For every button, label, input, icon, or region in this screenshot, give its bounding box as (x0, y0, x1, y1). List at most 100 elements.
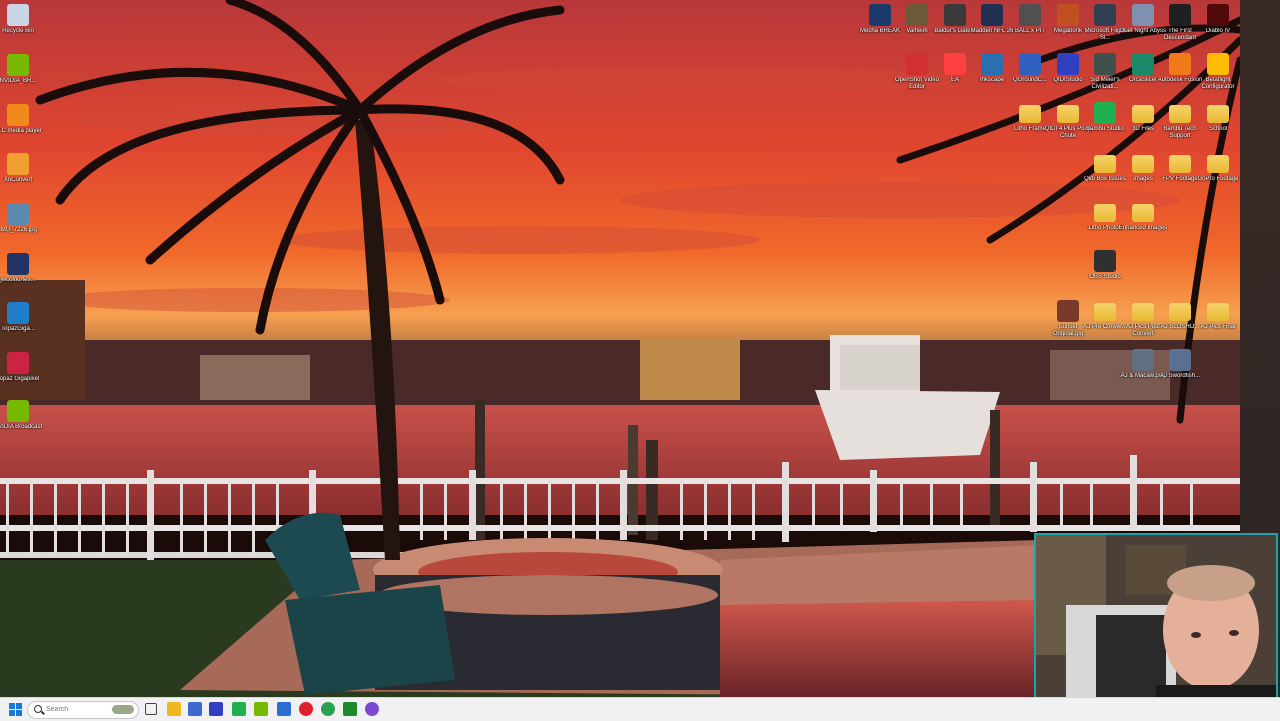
store-icon[interactable] (188, 702, 202, 716)
folder-icon (1169, 303, 1191, 321)
desktop-icon-label: NVIDIA Broadcast (0, 424, 43, 430)
vlc-icon (7, 104, 29, 126)
fusion-icon (1169, 53, 1191, 75)
ea-icon (944, 53, 966, 75)
desktop-icon[interactable]: Betaflight Configurator (1193, 53, 1243, 91)
game-icon (1169, 4, 1191, 26)
obs-icon (1094, 250, 1116, 272)
game-icon (1132, 4, 1154, 26)
qgroundcontrol-icon (1019, 53, 1041, 75)
desktop-icon-label: Recycle Bin (2, 28, 34, 34)
game-icon (1094, 4, 1116, 26)
bambu-studio-icon[interactable] (232, 702, 246, 716)
folder-icon (1132, 105, 1154, 123)
desktop-icon[interactable]: AJ Pics Final (1193, 300, 1243, 331)
desktop-icon[interactable]: OBS Studio (1080, 250, 1130, 281)
desktop-icon-label: AJ Pics Final (1200, 324, 1236, 330)
desktop-icon-label: OBS Studio (1089, 274, 1121, 280)
task-view-button[interactable] (145, 703, 157, 715)
folder-icon (1057, 105, 1079, 123)
image-file-icon (1132, 349, 1154, 371)
image-file-icon (7, 253, 29, 275)
inkscape-icon (981, 53, 1003, 75)
folder-icon (1207, 303, 1229, 321)
desktop-icon[interactable]: NVIDIA_BR... (0, 54, 43, 85)
desktop-icon[interactable]: XnConvert (0, 153, 43, 184)
desktop-icon-label: IMG_7226.jpg (0, 227, 37, 233)
folder-icon (1094, 204, 1116, 222)
nvidia-icon (7, 54, 29, 76)
nvidia-icon[interactable] (254, 702, 268, 716)
folder-icon (1132, 155, 1154, 173)
desktop-icon-label: NVIDIA_BR... (0, 78, 37, 84)
folder-icon (1207, 155, 1229, 173)
desktop-icon-label: Betaflight Configurator (1201, 77, 1235, 90)
desktop-icon-label: jwcolourtes... (0, 277, 36, 283)
webcam-overlay (1034, 533, 1278, 717)
orcaslicer-icon (1132, 53, 1154, 75)
betaflight-icon (1207, 53, 1229, 75)
folder-icon (1094, 303, 1116, 321)
game-icon (1057, 4, 1079, 26)
folder-icon (1207, 105, 1229, 123)
topaz-gigapixel-icon (7, 352, 29, 374)
desktop-icon[interactable]: School (1193, 102, 1243, 133)
desktop-icon-label: XnConvert (3, 177, 33, 183)
game-icon (944, 4, 966, 26)
folder-icon (1132, 204, 1154, 222)
game-icon (906, 4, 928, 26)
civilization-icon (1094, 53, 1116, 75)
chrome-icon[interactable] (321, 702, 335, 716)
desktop-icon[interactable]: Diablo IV (1193, 4, 1243, 35)
image-file-icon (7, 203, 29, 225)
desktop-icon[interactable]: Recycle Bin (0, 4, 43, 35)
game-icon (1019, 4, 1041, 26)
desktop-icon-label: TopazGiga... (1, 326, 35, 332)
search-highlight-icon (112, 705, 134, 714)
desktop-icon[interactable]: AJ Swordfish... (1155, 349, 1205, 380)
desktop-icon[interactable]: Enhanced Images (1118, 201, 1168, 232)
qidistudio-icon[interactable] (209, 702, 223, 716)
desktop-icon-label: VLC media player (0, 128, 42, 134)
search-input[interactable] (46, 703, 106, 715)
image-file-icon (1057, 300, 1079, 322)
windows-logo-icon (9, 703, 22, 716)
desktop-icon[interactable]: Topaz Gigapixel (0, 352, 43, 383)
desktop-icon[interactable]: IMG_7226.jpg (0, 203, 43, 234)
game-icon (869, 4, 891, 26)
folder-icon (1019, 105, 1041, 123)
bambu-studio-icon (1094, 102, 1116, 124)
notification-badge-icon[interactable] (277, 702, 291, 716)
folder-icon (1169, 105, 1191, 123)
desktop-icon-label: Diablo IV (1205, 28, 1231, 34)
desktop-icon-label: AJ Swordfish... (1159, 373, 1200, 379)
folder-icon (1094, 155, 1116, 173)
desktop-icon-label: School (1208, 126, 1228, 132)
topaz-icon (7, 302, 29, 324)
messenger-icon[interactable] (365, 702, 379, 716)
taskbar-search[interactable] (27, 701, 139, 719)
game-icon (981, 4, 1003, 26)
game-icon (1207, 4, 1229, 26)
qidistudio-icon (1057, 53, 1079, 75)
desktop-icon[interactable]: TopazGiga... (0, 302, 43, 333)
desktop-icon[interactable]: VLC media player (0, 104, 43, 135)
taskbar (0, 697, 1280, 721)
xnconvert-icon (7, 153, 29, 175)
image-file-icon (1169, 349, 1191, 371)
openshot-icon (906, 53, 928, 75)
xbox-icon[interactable] (343, 702, 357, 716)
recycle-bin-icon (7, 4, 29, 26)
folder-icon (1169, 155, 1191, 173)
start-button[interactable] (9, 703, 22, 716)
nvidia-broadcast-icon (7, 400, 29, 422)
desktop-icon[interactable]: NVIDIA Broadcast (0, 400, 43, 431)
desktop-icon[interactable]: jwcolourtes... (0, 253, 43, 284)
opera-icon[interactable] (299, 702, 313, 716)
folder-icon (1132, 303, 1154, 321)
folder-icon[interactable] (167, 702, 181, 716)
desktop-icon-label: Topaz Gigapixel (0, 376, 40, 382)
desktop-icon-label: GoPro Footage (1197, 176, 1239, 182)
search-icon (34, 705, 42, 713)
desktop-icon[interactable]: GoPro Footage (1193, 152, 1243, 183)
